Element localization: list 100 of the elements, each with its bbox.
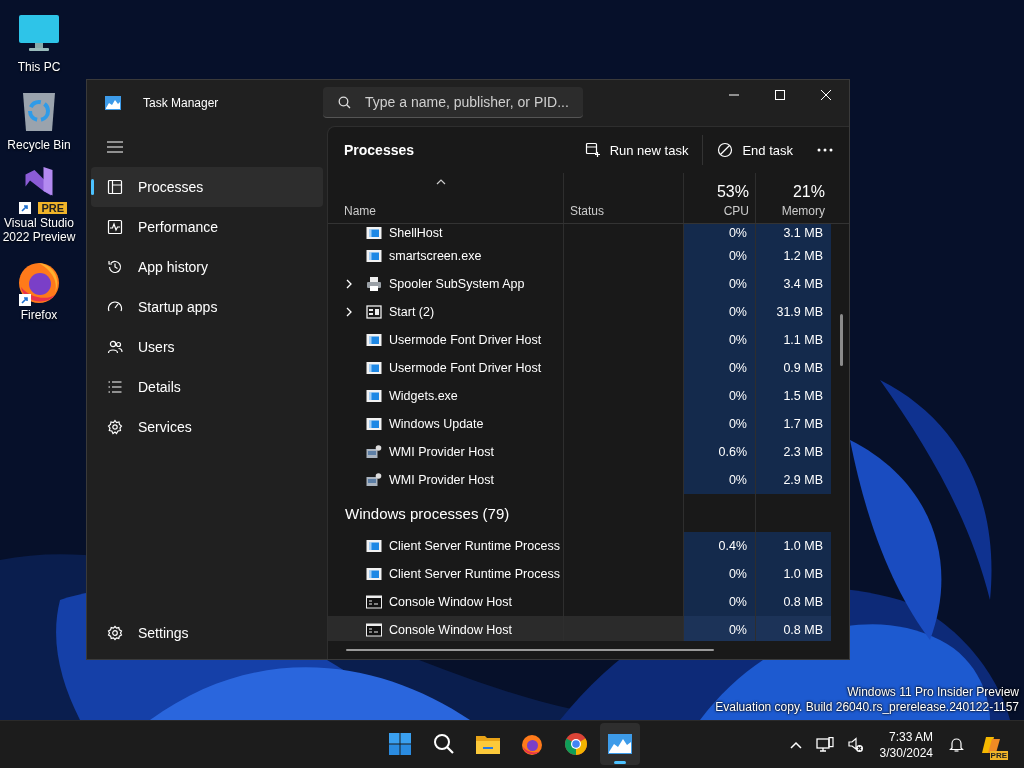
nav-item[interactable]: Users (91, 327, 323, 367)
process-row[interactable]: Spooler SubSystem App 0% 3.4 MB (328, 270, 849, 298)
horizontal-scrollbar[interactable] (346, 649, 714, 651)
process-name: Client Server Runtime Process (389, 567, 560, 581)
process-name: Start (2) (389, 305, 435, 319)
desktop-icon-label[interactable]: Firefox (20, 308, 58, 322)
process-row[interactable]: Console Window Host 0% 0.8 MB (328, 616, 831, 641)
process-row[interactable]: Console Window Host 0% 0.8 MB (328, 588, 849, 616)
cpu-cell: 0% (683, 298, 755, 326)
memory-cell: 1.2 MB (755, 242, 831, 270)
search-icon (338, 95, 351, 109)
nav-item[interactable]: Performance (91, 207, 323, 247)
cpu-cell: 0% (683, 382, 755, 410)
memory-cell: 1.0 MB (755, 532, 831, 560)
column-header[interactable]: Status (563, 173, 683, 223)
taskmgr-taskbar-button[interactable] (600, 723, 640, 765)
process-row[interactable]: Windows Update 0% 1.7 MB (328, 410, 849, 438)
cpu-cell: 0% (683, 270, 755, 298)
vertical-scrollbar[interactable] (840, 314, 843, 366)
memory-cell: 1.0 MB (755, 560, 831, 588)
process-name: WMI Provider Host (389, 473, 494, 487)
users-icon (107, 339, 123, 355)
task-manager-icon (105, 96, 121, 110)
cpu-cell: 0% (683, 560, 755, 588)
column-header[interactable]: 53% CPU (683, 173, 755, 223)
process-name: Console Window Host (389, 623, 512, 637)
clock[interactable]: 7:33 AM 3/30/2024 (877, 728, 935, 761)
chrome-icon (564, 732, 588, 756)
process-name: Usermode Font Driver Host (389, 361, 542, 375)
group-header[interactable]: Windows processes (79) (345, 504, 510, 522)
desktop-icon-label[interactable]: Recycle Bin (7, 138, 71, 152)
cpu-cell: 0% (683, 354, 755, 382)
process-name: Windows Update (389, 417, 484, 431)
nav-item[interactable]: Details (91, 367, 323, 407)
process-row[interactable]: Start (2) 0% 31.9 MB (328, 298, 849, 326)
task-manager-icon (608, 734, 632, 754)
memory-cell: 1.7 MB (755, 410, 831, 438)
start-icon (366, 304, 382, 320)
cpu-cell: 0% (683, 588, 755, 616)
chevron-up-icon[interactable] (789, 740, 802, 749)
console-icon (366, 594, 382, 610)
run-new-task-button[interactable]: Run new task (573, 133, 700, 167)
nav-item[interactable]: Services (91, 407, 323, 447)
notification-bell-icon[interactable] (949, 736, 964, 753)
process-row[interactable]: WMI Provider Host 0.6% 2.3 MB (328, 438, 849, 466)
cpu-cell: 0% (683, 616, 755, 641)
pulse-icon (107, 219, 123, 235)
process-row[interactable]: ShellHost 0% 3.1 MB (328, 224, 849, 242)
chevron-icon[interactable] (345, 307, 353, 317)
search-field[interactable]: Type a name, publisher, or PID... (323, 87, 583, 118)
cpu-cell: 0.6% (683, 438, 755, 466)
column-header[interactable]: Name (328, 173, 563, 223)
console-icon (366, 622, 382, 638)
monitor-icon[interactable] (17, 13, 61, 53)
cpu-cell: 0% (683, 242, 755, 270)
process-row[interactable]: Client Server Runtime Process 0.4% 1.0 MB (328, 532, 849, 560)
settings-button[interactable]: Settings (91, 613, 323, 653)
grid-icon (107, 179, 123, 195)
cpu-cell: 0% (683, 466, 755, 494)
nav-item[interactable]: App history (91, 247, 323, 287)
memory-cell: 1.1 MB (755, 326, 831, 354)
cpu-cell: 0% (683, 410, 755, 438)
new-task-icon (584, 142, 601, 158)
desktop-icon-label[interactable]: Visual Studio 2022 Preview (0, 216, 78, 244)
memory-cell: 31.9 MB (755, 298, 831, 326)
page-title: Processes (344, 142, 415, 158)
memory-cell: 2.3 MB (755, 438, 831, 466)
chevron-icon[interactable] (345, 279, 353, 289)
build-watermark-text: Windows 11 Pro Insider Preview (847, 685, 1019, 700)
preview-badge: PRE (989, 750, 1008, 760)
network-icon[interactable] (815, 736, 834, 753)
memory-cell: 1.5 MB (755, 382, 831, 410)
list-icon (107, 379, 123, 395)
window-icon (366, 416, 382, 432)
printer-icon (366, 276, 382, 292)
nav-item[interactable]: Processes (91, 167, 323, 207)
end-task-button[interactable]: End task (706, 133, 804, 167)
maximize-icon (775, 90, 785, 100)
process-row[interactable]: Widgets.exe 0% 1.5 MB (328, 382, 849, 410)
process-row[interactable]: Usermode Font Driver Host 0% 1.1 MB (328, 326, 849, 354)
desktop-icon-label[interactable]: This PC (17, 60, 61, 74)
column-header[interactable]: 21% Memory (755, 173, 831, 223)
volume-muted-icon[interactable] (847, 736, 864, 753)
process-row[interactable]: WMI Provider Host 0% 2.9 MB (328, 466, 849, 494)
process-row[interactable]: smartscreen.exe 0% 1.2 MB (328, 242, 849, 270)
copilot-icon[interactable] (980, 734, 1002, 755)
cpu-cell: 0% (683, 326, 755, 354)
memory-cell: 0.9 MB (755, 354, 831, 382)
gear-icon (107, 419, 123, 435)
folder-icon (475, 733, 501, 755)
process-row[interactable]: Usermode Font Driver Host 0% 0.9 MB (328, 354, 849, 382)
process-name: Widgets.exe (389, 389, 458, 403)
memory-cell: 0.8 MB (755, 588, 831, 616)
window-icon (366, 225, 382, 241)
process-name: ShellHost (389, 226, 443, 240)
nav-item[interactable]: Startup apps (91, 287, 323, 327)
cpu-cell: 0.4% (683, 532, 755, 560)
prohibited-icon (717, 142, 734, 158)
preview-badge: PRE (38, 202, 67, 214)
process-row[interactable]: Client Server Runtime Process 0% 1.0 MB (328, 560, 849, 588)
